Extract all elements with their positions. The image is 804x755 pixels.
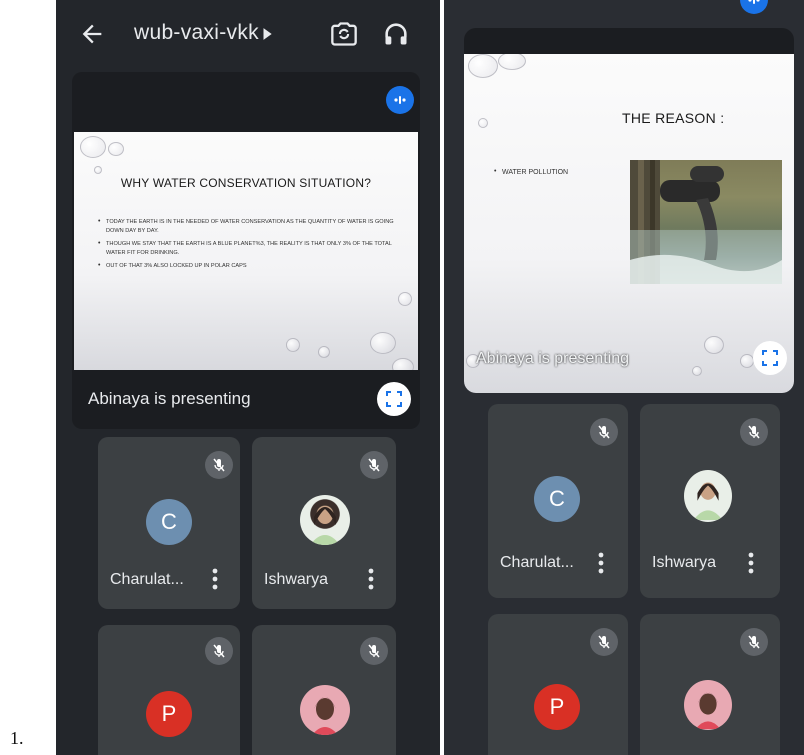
avatar-letter: P [161, 701, 177, 726]
more-vert-icon[interactable] [368, 568, 374, 590]
participant-name: Ishwarya [652, 554, 717, 571]
presenting-label: Abinaya is presenting [88, 389, 251, 408]
water-drop [370, 332, 396, 354]
screen-right: THE REASON : WATER POLLUTION [444, 0, 804, 755]
headphones-icon[interactable] [382, 20, 410, 48]
mic-off-icon [590, 628, 618, 656]
participant-tile[interactable]: Ishwarya [252, 437, 396, 609]
avatar: C [534, 476, 580, 522]
participant-tile[interactable]: Ishwarya [640, 404, 780, 598]
avatar-photo [684, 470, 732, 522]
water-drop [498, 54, 526, 70]
more-vert-icon[interactable] [212, 568, 218, 590]
participant-name: Ishwarya [264, 571, 329, 588]
avatar-photo [300, 685, 350, 735]
slide-bullets: WATER POLLUTION [494, 168, 614, 176]
avatar: P [534, 684, 580, 730]
participant-tile[interactable]: C Charulat... [488, 404, 628, 598]
slide-bullet: Though we stay that the earth is a blue … [98, 240, 398, 257]
mic-off-icon [205, 451, 233, 479]
water-drop [392, 358, 414, 370]
mic-off-icon [360, 451, 388, 479]
participant-name: Charulat... [500, 554, 574, 571]
more-vert-icon[interactable] [598, 552, 604, 574]
water-drop [704, 336, 724, 354]
slide: WHY WATER CONSERVATION SITUATION? Today … [74, 132, 418, 370]
participant-tile[interactable]: P [98, 625, 240, 755]
pin-icon[interactable] [740, 0, 768, 14]
presenting-label: Abinaya is presenting [476, 350, 629, 367]
mic-off-icon [740, 418, 768, 446]
fullscreen-icon[interactable] [753, 341, 787, 375]
slide-bullet: WATER POLLUTION [494, 168, 614, 176]
mic-off-icon [740, 628, 768, 656]
slide: THE REASON : WATER POLLUTION [464, 54, 794, 393]
water-drop [740, 354, 754, 368]
slide-bullets: Today the earth is in the needed of wate… [98, 218, 398, 276]
slide-bullet: Out of that 3% also locked up in polar c… [98, 262, 398, 271]
water-drop [398, 292, 412, 306]
water-drop [692, 366, 702, 376]
participant-tile[interactable]: P [488, 614, 628, 755]
avatar-letter: C [161, 509, 177, 534]
screen-left: wub-vaxi-vkk WHY WATER CONSERVATION SITU… [56, 0, 440, 755]
top-bar: wub-vaxi-vkk [56, 0, 440, 68]
avatar-photo [300, 495, 350, 545]
presentation-card[interactable]: THE REASON : WATER POLLUTION [464, 28, 794, 393]
caret-right-icon[interactable] [261, 27, 273, 41]
fullscreen-icon[interactable] [377, 382, 411, 416]
list-number: 1. [10, 728, 24, 748]
avatar-letter: C [549, 486, 565, 511]
meeting-code[interactable]: wub-vaxi-vkk [134, 21, 259, 45]
pin-icon[interactable] [386, 86, 414, 114]
water-drop [318, 346, 330, 358]
arrow-back-icon[interactable] [78, 20, 106, 48]
mic-off-icon [590, 418, 618, 446]
water-drop [80, 136, 106, 158]
water-drop [108, 142, 124, 156]
water-drop [478, 118, 488, 128]
avatar: C [146, 499, 192, 545]
mic-off-icon [360, 637, 388, 665]
avatar: P [146, 691, 192, 737]
more-vert-icon[interactable] [748, 552, 754, 574]
slide-title: WHY WATER CONSERVATION SITUATION? [120, 176, 372, 190]
water-drop [286, 338, 300, 352]
participant-tile[interactable] [640, 614, 780, 755]
participant-tile[interactable] [252, 625, 396, 755]
page: wub-vaxi-vkk WHY WATER CONSERVATION SITU… [0, 0, 804, 755]
slide-title: THE REASON : [622, 110, 725, 126]
pollution-photo [630, 160, 782, 284]
switch-camera-icon[interactable] [330, 20, 358, 48]
slide-bullet: Today the earth is in the needed of wate… [98, 218, 398, 235]
presentation-card[interactable]: WHY WATER CONSERVATION SITUATION? Today … [72, 72, 420, 429]
avatar-letter: P [549, 694, 565, 719]
water-drop [94, 166, 102, 174]
participant-tile[interactable]: C Charulat... [98, 437, 240, 609]
participant-name: Charulat... [110, 571, 184, 588]
water-drop [468, 54, 498, 78]
mic-off-icon [205, 637, 233, 665]
avatar-photo [684, 680, 732, 730]
